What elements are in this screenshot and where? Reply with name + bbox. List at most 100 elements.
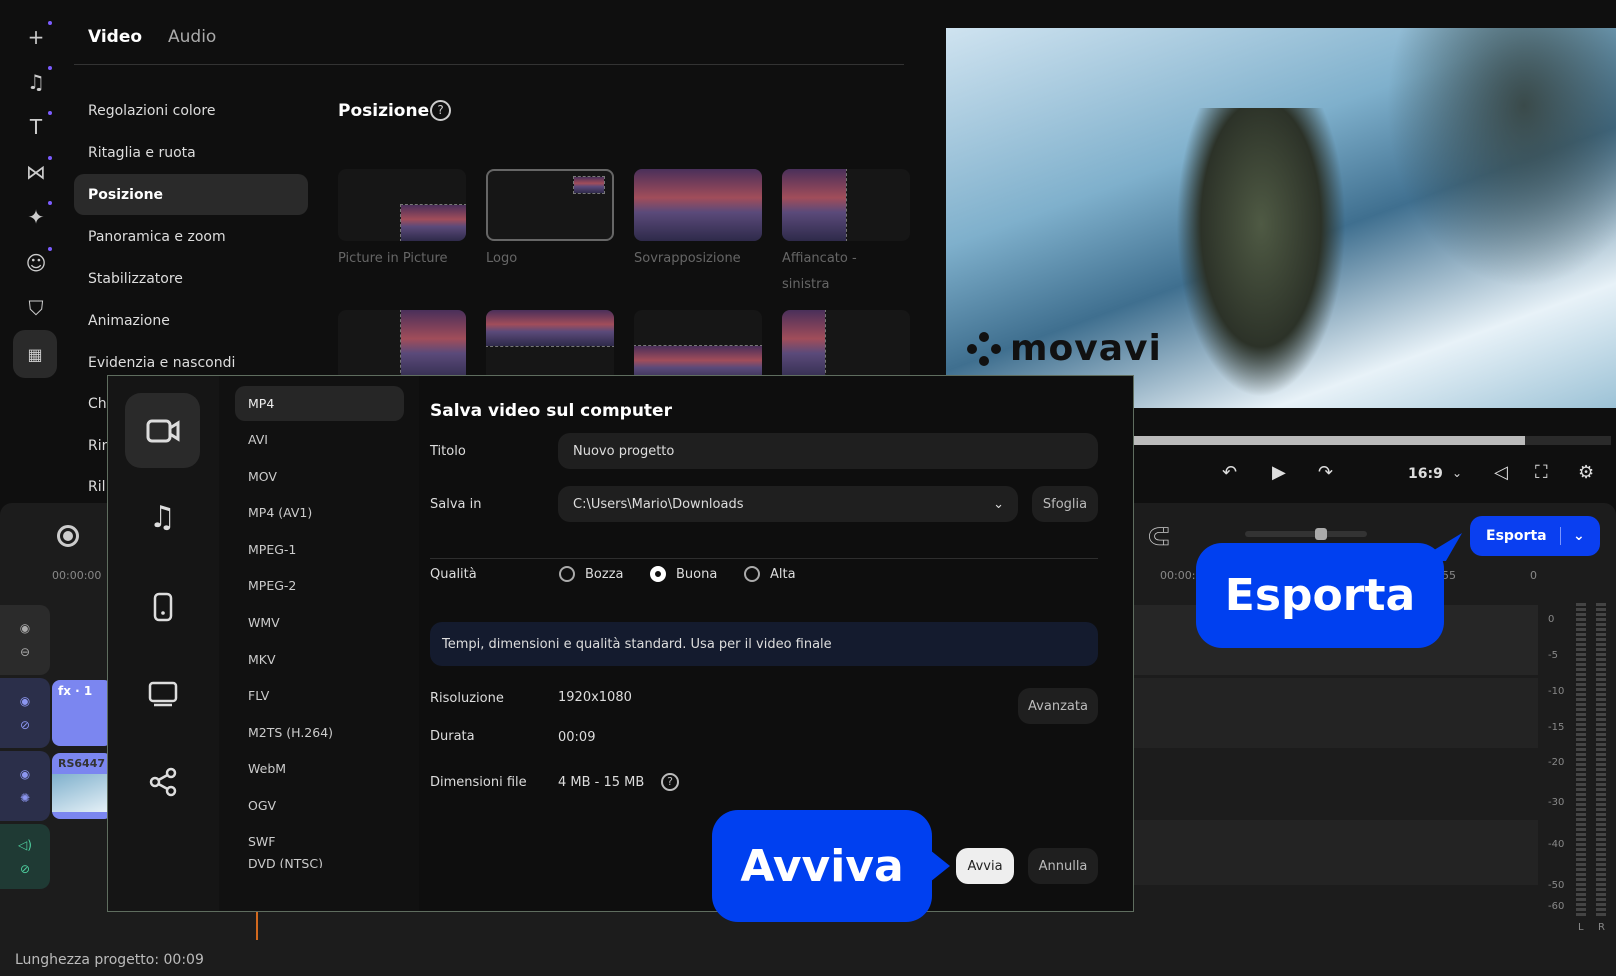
save-path-select[interactable]: C:\Users\Mario\Downloads ⌄: [558, 486, 1018, 522]
position-title: Posizione: [338, 101, 430, 121]
format-item[interactable]: MP4 (AV1): [235, 495, 404, 530]
preset-logo[interactable]: [486, 169, 614, 241]
link-icon[interactable]: ⊖: [20, 645, 30, 659]
file-size-value: 4 MB - 15 MB: [558, 775, 645, 790]
preset-card[interactable]: [486, 310, 614, 382]
playhead[interactable]: [256, 912, 258, 940]
vu-channel: L: [1578, 922, 1584, 933]
export-button[interactable]: Esporta ⌄: [1470, 516, 1600, 556]
export-callout: Esporta: [1196, 533, 1463, 648]
eye-icon[interactable]: ◉: [20, 621, 30, 635]
fx-clip[interactable]: fx · 1: [52, 680, 112, 746]
export-category-column: ♫: [108, 376, 219, 911]
format-item[interactable]: MPEG-1: [235, 532, 404, 567]
format-item[interactable]: FLV: [235, 678, 404, 713]
menu-item-color[interactable]: Regolazioni colore: [74, 90, 308, 131]
quality-radio-good[interactable]: [650, 566, 666, 582]
share-icon[interactable]: [125, 744, 200, 819]
format-item[interactable]: MPEG-2: [235, 568, 404, 603]
help-icon[interactable]: ?: [661, 773, 679, 791]
menu-item-position[interactable]: Posizione: [74, 174, 308, 215]
format-item-mp4[interactable]: MP4: [235, 386, 404, 421]
format-item[interactable]: AVI: [235, 422, 404, 457]
title-input[interactable]: Nuovo progetto: [558, 433, 1098, 469]
start-button[interactable]: Avvia: [956, 848, 1014, 884]
mobile-device-icon[interactable]: [125, 569, 200, 644]
eye-icon[interactable]: ◉: [20, 767, 30, 781]
music-icon[interactable]: ♫: [125, 480, 200, 555]
preset-card[interactable]: [338, 310, 466, 382]
redo-icon[interactable]: ↷: [1318, 462, 1333, 483]
music-icon[interactable]: ♫: [20, 66, 52, 98]
tabs-divider: [74, 64, 904, 65]
magnet-icon[interactable]: 🧲︎: [1146, 524, 1171, 548]
unlink-icon[interactable]: ⊘: [20, 718, 30, 732]
menu-item-crop[interactable]: Ritaglia e ruota: [74, 132, 308, 173]
preset-card[interactable]: [782, 310, 910, 382]
record-icon[interactable]: [57, 525, 79, 547]
cancel-button[interactable]: Annulla: [1028, 848, 1098, 884]
play-icon[interactable]: ▶: [1272, 462, 1286, 483]
zoom-slider[interactable]: [1245, 528, 1367, 540]
preset-side-left[interactable]: [782, 169, 910, 241]
transition-icon[interactable]: ⋈: [20, 156, 52, 188]
tab-video[interactable]: Video: [88, 27, 142, 47]
ruler-label: 00:00:: [1160, 569, 1196, 582]
video-clip[interactable]: RS6447: [52, 753, 112, 819]
resolution-value: 1920x1080: [558, 690, 632, 705]
playback-progress[interactable]: [1133, 436, 1611, 445]
vu-label: 0: [1548, 614, 1555, 625]
aspect-ratio-select[interactable]: 16:9: [1408, 466, 1443, 482]
menu-item-pan-zoom[interactable]: Panoramica e zoom: [74, 216, 308, 257]
effects-icon[interactable]: ✺: [20, 791, 30, 805]
quality-info: Tempi, dimensioni e qualità standard. Us…: [430, 622, 1098, 666]
quality-radio-draft[interactable]: [559, 566, 575, 582]
skier-figure: [1176, 108, 1346, 398]
vu-label: -40: [1548, 839, 1565, 850]
eye-icon[interactable]: ◉: [20, 694, 30, 708]
volume-icon[interactable]: ◁: [1494, 462, 1508, 483]
movavi-logo-icon: [967, 331, 1001, 366]
unlink-icon[interactable]: ⊘: [20, 862, 30, 876]
effects-icon[interactable]: ✦: [20, 201, 52, 233]
quality-radio-high[interactable]: [744, 566, 760, 582]
advanced-button[interactable]: Avanzata: [1018, 688, 1098, 724]
chevron-down-icon[interactable]: ⌄: [1561, 528, 1585, 544]
video-camera-icon[interactable]: [125, 393, 200, 468]
settings-icon[interactable]: ⚙: [1578, 462, 1594, 483]
format-item[interactable]: MKV: [235, 642, 404, 677]
add-icon[interactable]: +: [20, 21, 52, 53]
menu-item-stabilizer[interactable]: Stabilizzatore: [74, 258, 308, 299]
more-tools-icon[interactable]: ▦: [13, 330, 57, 378]
vu-meter-left: [1576, 603, 1586, 916]
format-item[interactable]: MOV: [235, 459, 404, 494]
vu-label: -5: [1548, 650, 1558, 661]
store-icon[interactable]: ⛉: [20, 292, 52, 324]
format-item[interactable]: M2TS (H.264): [235, 715, 404, 750]
sticker-icon[interactable]: ☺: [20, 247, 52, 279]
text-icon[interactable]: T: [20, 111, 52, 143]
browse-button[interactable]: Sfoglia: [1032, 486, 1098, 522]
chevron-down-icon[interactable]: ⌄: [1452, 466, 1462, 480]
preset-overlay[interactable]: [634, 169, 762, 241]
help-icon[interactable]: ?: [430, 100, 451, 121]
track-row: [1134, 820, 1538, 885]
format-item[interactable]: WMV: [235, 605, 404, 640]
fullscreen-icon[interactable]: ⛶: [1535, 462, 1548, 483]
format-list: MP4 AVI MOV MP4 (AV1) MPEG-1 MPEG-2 WMV …: [219, 376, 419, 911]
trees: [1386, 28, 1616, 288]
ruler-label: 0: [1530, 569, 1537, 582]
speaker-icon[interactable]: ◁): [18, 838, 32, 852]
duration-label: Durata: [430, 729, 475, 744]
export-dialog: ♫ MP4 AVI MOV MP4 (AV1) MPEG-1 MPEG-2 WM…: [107, 375, 1134, 912]
format-item[interactable]: OGV: [235, 788, 404, 823]
tv-icon[interactable]: [125, 656, 200, 731]
tab-audio[interactable]: Audio: [168, 27, 216, 47]
undo-icon[interactable]: ↶: [1222, 462, 1237, 483]
format-item[interactable]: WebM: [235, 751, 404, 786]
preset-pip[interactable]: [338, 169, 466, 241]
menu-item-animation[interactable]: Animazione: [74, 300, 308, 341]
video-preview[interactable]: movavi: [946, 28, 1616, 408]
preset-card[interactable]: [634, 310, 762, 382]
format-item[interactable]: DVD (NTSC): [235, 854, 404, 868]
